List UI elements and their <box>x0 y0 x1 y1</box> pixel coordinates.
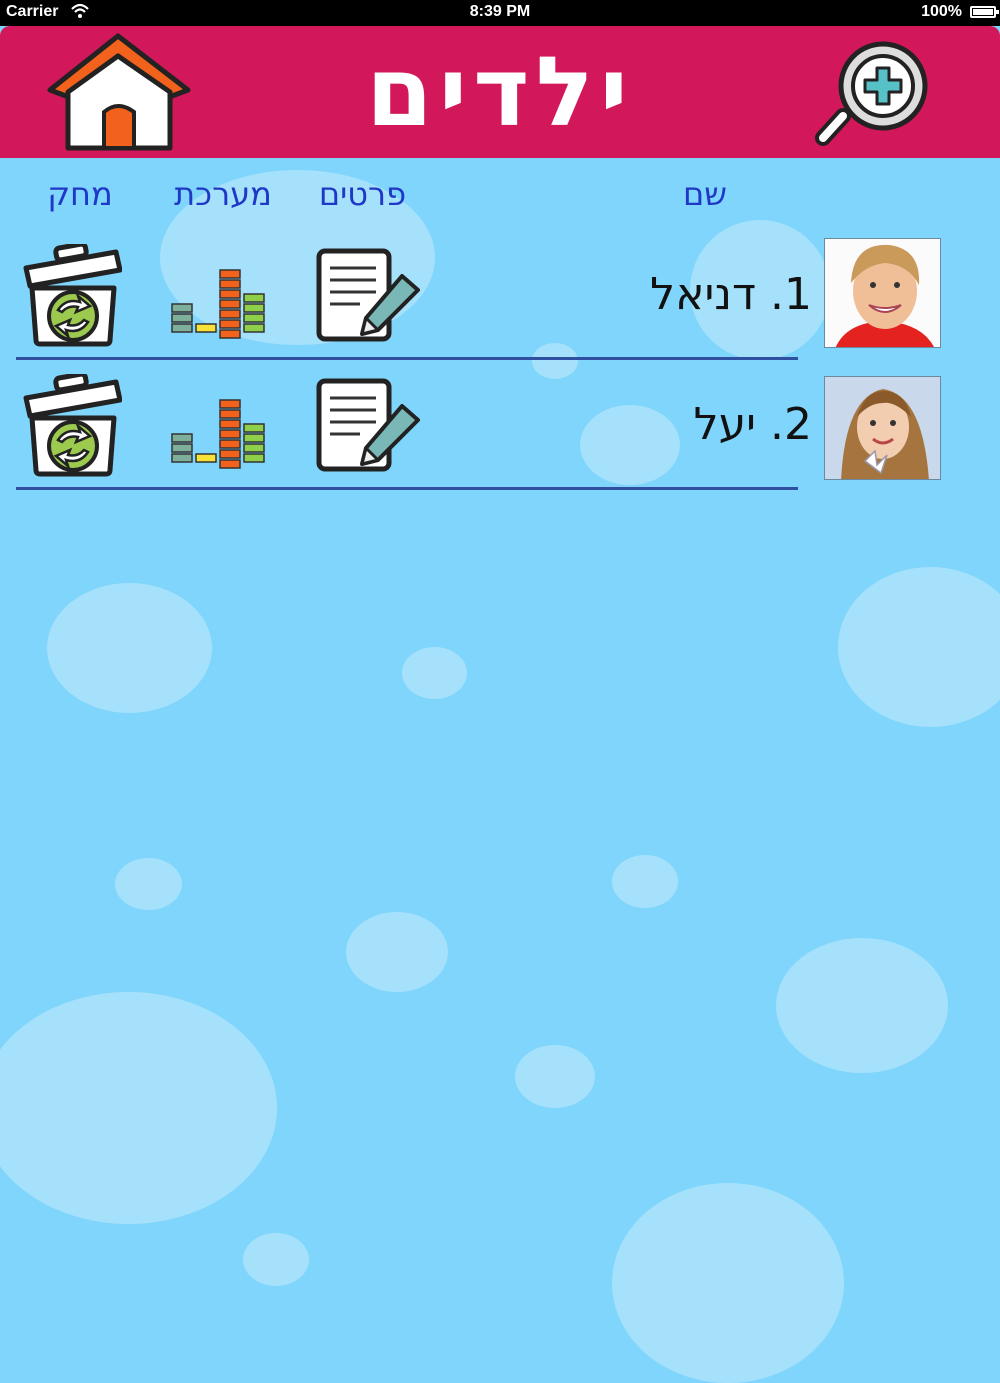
column-header-delete: מחק <box>47 175 113 213</box>
details-button[interactable] <box>316 378 422 474</box>
trash-recycle-icon <box>23 241 123 347</box>
boy-portrait-image <box>825 239 940 347</box>
details-button[interactable] <box>316 248 422 344</box>
child-row[interactable]: 2. יעל <box>16 360 1000 490</box>
child-photo[interactable] <box>824 238 941 348</box>
girl-portrait-image <box>825 377 940 479</box>
edit-document-icon <box>316 378 420 472</box>
header-bar: ילדים <box>0 26 1000 158</box>
delete-button[interactable] <box>22 371 123 478</box>
battery-icon <box>970 6 999 18</box>
child-photo[interactable] <box>824 376 941 480</box>
bar-chart-icon <box>171 269 265 339</box>
page-title: ילדים <box>366 36 634 148</box>
column-header-system: מערכת <box>174 175 272 213</box>
child-name[interactable]: 2. יעל <box>516 390 812 460</box>
add-child-button[interactable] <box>815 40 935 150</box>
column-header-details: פרטים <box>318 175 407 213</box>
stats-button[interactable] <box>170 398 266 470</box>
column-header-name: שם <box>683 175 727 213</box>
clock: 8:39 PM <box>469 3 531 20</box>
row-divider <box>16 487 798 490</box>
child-row[interactable]: 1. דניאל <box>16 230 1000 360</box>
child-name[interactable]: 1. דניאל <box>516 260 812 330</box>
edit-document-icon <box>316 248 420 342</box>
bar-chart-icon <box>171 399 265 469</box>
home-button[interactable] <box>40 30 198 154</box>
battery-percent: 100% <box>921 3 962 20</box>
stats-button[interactable] <box>170 268 266 340</box>
home-icon <box>47 33 191 151</box>
magnifier-plus-icon <box>815 41 928 146</box>
status-bar: Carrier 8:39 PM 100% <box>0 0 1000 26</box>
delete-button[interactable] <box>22 241 123 348</box>
trash-recycle-icon <box>23 371 123 477</box>
